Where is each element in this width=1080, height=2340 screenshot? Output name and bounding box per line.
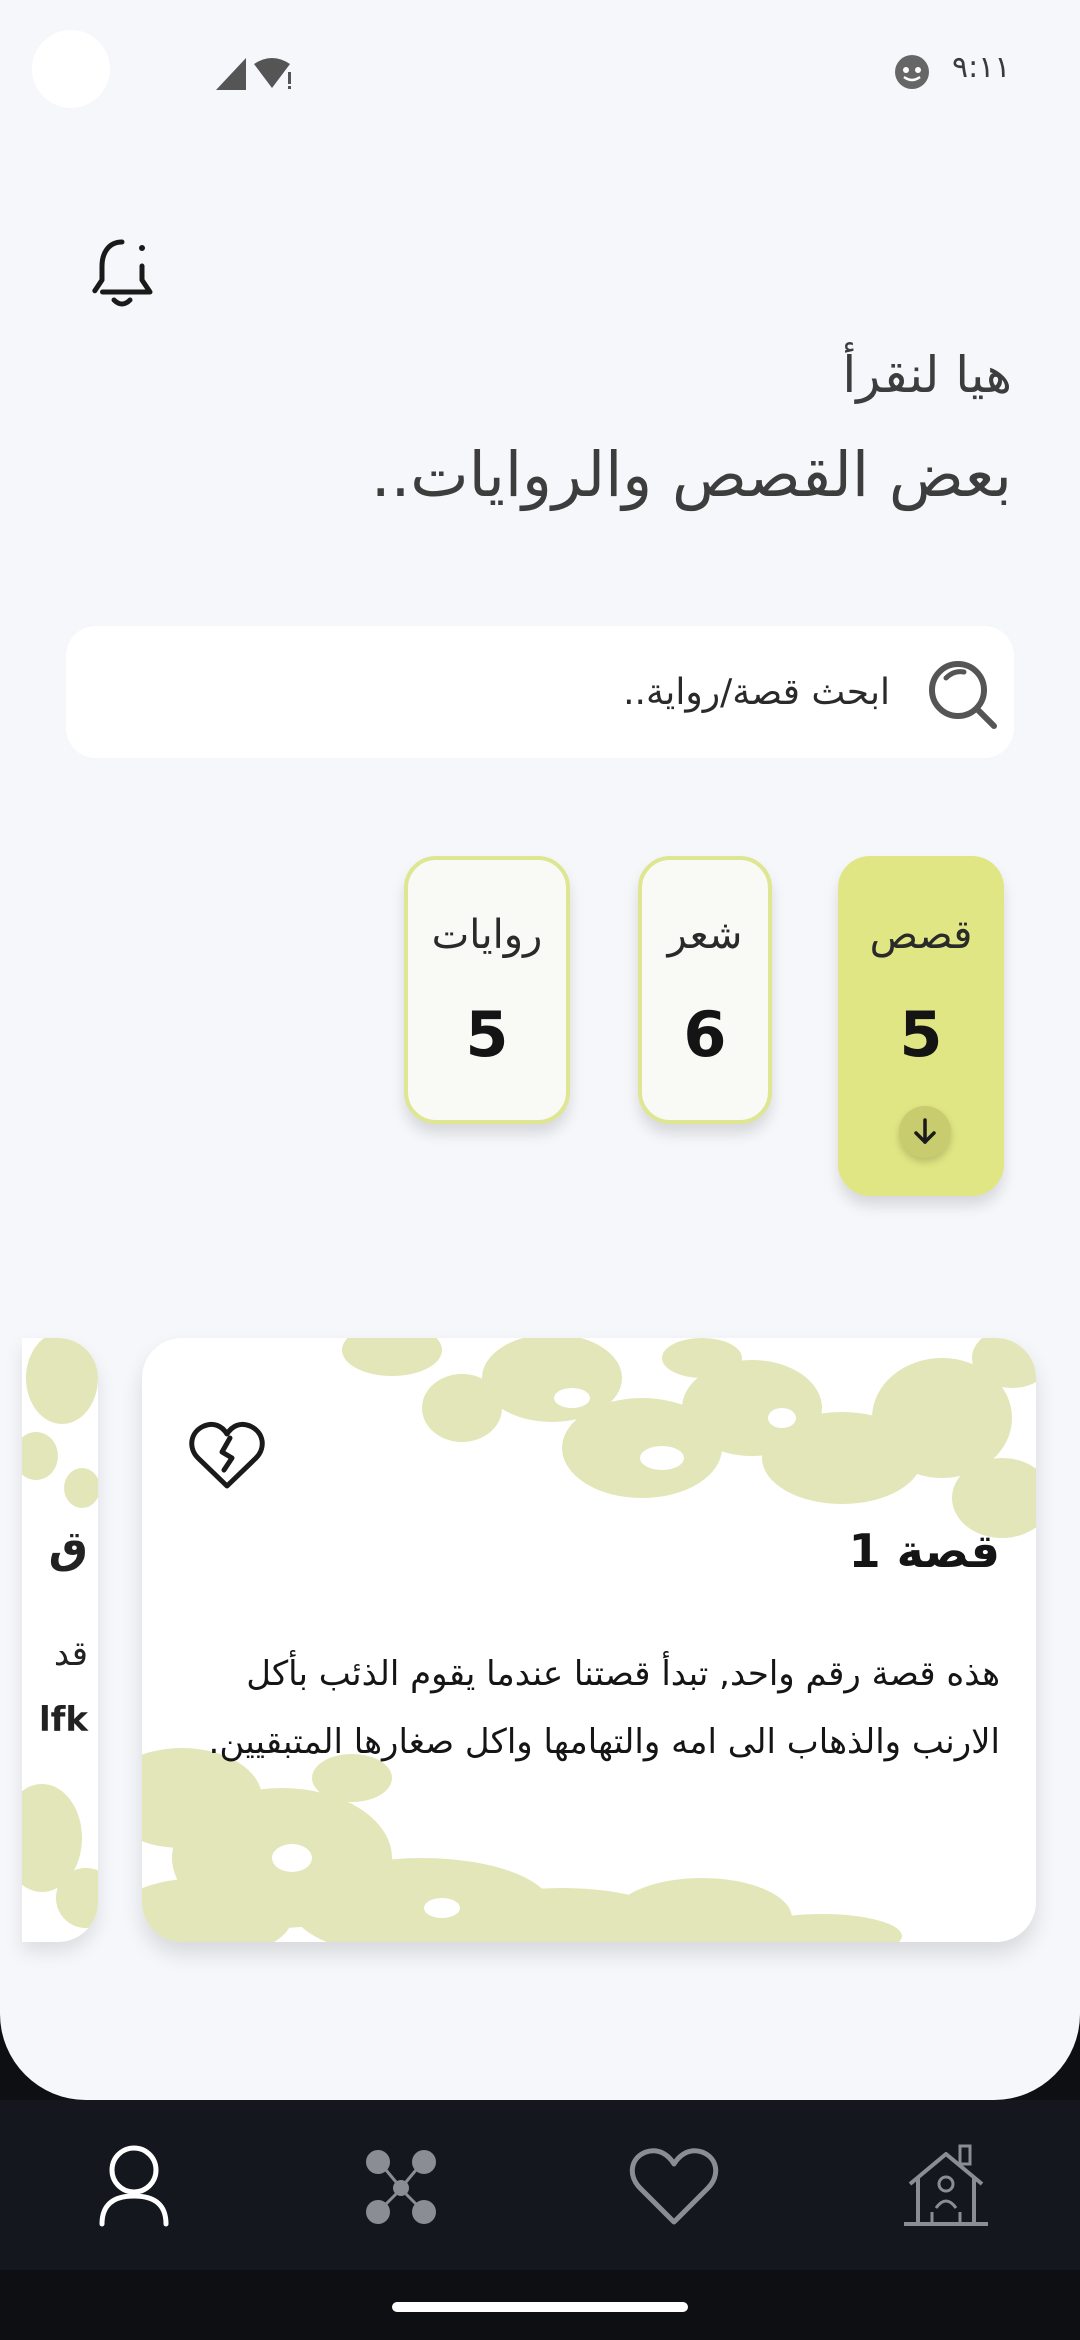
story-excerpt: هذه قصة رقم واحد, تبدأ قصتنا عندما يقوم …: [208, 1654, 1000, 1762]
bottom-navigation: [0, 2100, 1080, 2270]
story-card[interactable]: قصة 1 هذه قصة رقم واحد, تبدأ قصتنا عندما…: [142, 1338, 1036, 1942]
peek-card-text: قد: [53, 1634, 88, 1674]
nav-profile[interactable]: [84, 2136, 184, 2236]
category-label: روايات: [431, 912, 543, 958]
nav-favorites[interactable]: [624, 2136, 724, 2236]
story-title: قصة 1: [848, 1524, 1000, 1578]
arrow-down-icon: [914, 1118, 936, 1144]
search-icon[interactable]: [924, 656, 1000, 732]
category-count: 5: [899, 998, 943, 1071]
status-time: ٩:١١: [952, 50, 1011, 85]
front-camera: [32, 30, 110, 108]
category-label: شعر: [667, 912, 743, 958]
category-novels[interactable]: روايات 5: [404, 856, 570, 1124]
home-indicator[interactable]: [392, 2302, 688, 2312]
signal-wifi-icon: [216, 58, 291, 90]
home-icon: [904, 2144, 988, 2226]
search-bar[interactable]: [66, 626, 1014, 758]
story-card-peek[interactable]: ق قد lfk: [22, 1338, 98, 1942]
bell-icon[interactable]: [88, 236, 158, 312]
heart-icon: [629, 2148, 719, 2225]
category-stories[interactable]: قصص 5: [838, 856, 1004, 1196]
peek-card-title: ق: [48, 1522, 88, 1573]
category-count: 5: [465, 998, 509, 1071]
notification-face-icon: [895, 55, 929, 89]
peek-card-text: lfk: [38, 1700, 88, 1740]
nav-social[interactable]: [350, 2136, 450, 2236]
nav-home[interactable]: [896, 2136, 996, 2236]
category-label: قصص: [869, 912, 973, 958]
heart-broken-icon[interactable]: [188, 1420, 266, 1492]
category-count: 6: [683, 998, 727, 1071]
greeting-title: هيا لنقرأ: [842, 346, 1012, 404]
social-network-icon: [366, 2150, 436, 2224]
category-poetry[interactable]: شعر 6: [638, 856, 772, 1124]
status-bar: ٩:١١: [0, 0, 1080, 140]
app-screen: ٩:١١ هيا لنقرأ بعض القصص والروايات.. قصص…: [0, 0, 1080, 2100]
search-input[interactable]: [130, 626, 890, 758]
greeting-subtitle: بعض القصص والروايات..: [370, 438, 1012, 511]
user-icon: [99, 2145, 169, 2227]
expand-arrow-button[interactable]: [899, 1106, 951, 1158]
